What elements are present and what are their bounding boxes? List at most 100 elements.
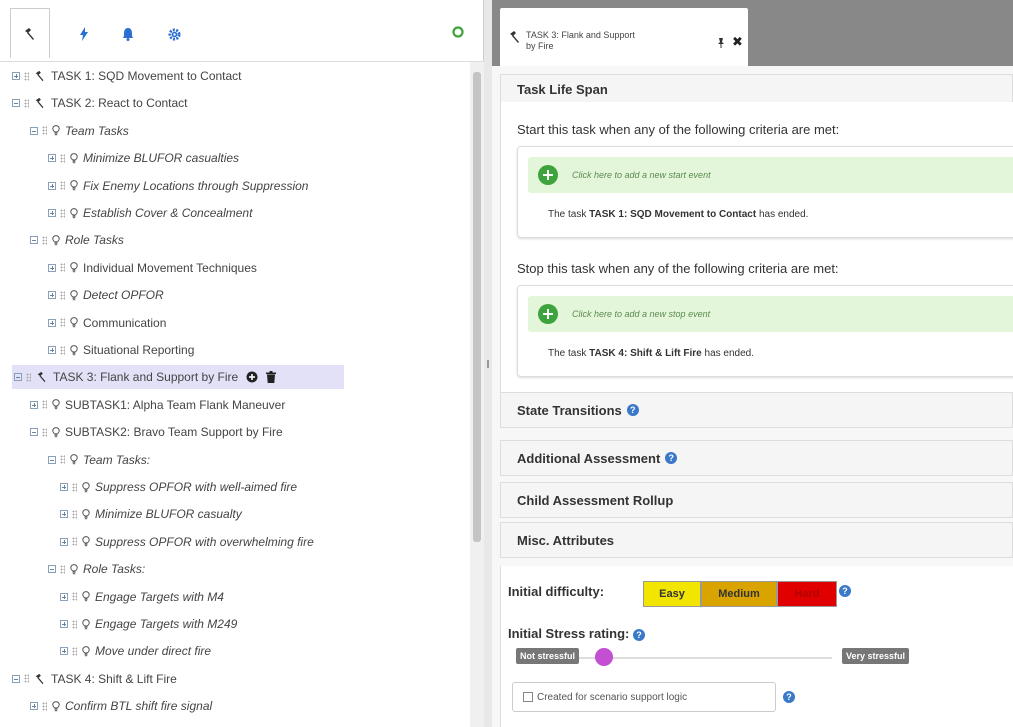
drag-handle[interactable] bbox=[24, 71, 29, 81]
tab-notifications[interactable] bbox=[108, 14, 148, 54]
drag-handle[interactable] bbox=[72, 619, 77, 629]
drag-handle[interactable] bbox=[72, 592, 77, 602]
tree-task-row[interactable]: TASK 4: Shift & Lift Fire bbox=[12, 667, 177, 691]
tree-concept-row[interactable]: Suppress OPFOR with overwhelming fire bbox=[60, 530, 314, 554]
drag-handle[interactable] bbox=[72, 509, 77, 519]
collapse-toggle[interactable] bbox=[30, 126, 38, 135]
close-tab-button[interactable]: ✖ bbox=[732, 34, 743, 50]
drag-handle[interactable] bbox=[60, 263, 65, 273]
drag-handle[interactable] bbox=[60, 181, 65, 191]
expand-toggle[interactable] bbox=[48, 318, 56, 327]
help-icon[interactable]: ? bbox=[665, 452, 678, 464]
collapse-toggle[interactable] bbox=[48, 565, 56, 574]
expand-toggle[interactable] bbox=[48, 291, 56, 300]
help-icon[interactable]: ? bbox=[839, 585, 851, 597]
drag-handle[interactable] bbox=[42, 701, 47, 711]
expand-toggle[interactable] bbox=[60, 510, 68, 519]
help-icon[interactable]: ? bbox=[626, 404, 639, 416]
help-icon[interactable]: ? bbox=[783, 691, 795, 703]
tab-tasks[interactable] bbox=[10, 8, 50, 58]
tab-task3[interactable]: TASK 3: Flank and Support by Fire ✖ bbox=[500, 8, 748, 66]
drag-handle[interactable] bbox=[42, 126, 47, 136]
drag-handle[interactable] bbox=[72, 537, 77, 547]
drag-handle[interactable] bbox=[42, 235, 47, 245]
expand-toggle[interactable] bbox=[48, 209, 56, 217]
expand-toggle[interactable] bbox=[30, 400, 38, 409]
support-logic-checkbox[interactable]: Created for scenario support logic bbox=[512, 682, 776, 712]
trash-icon[interactable] bbox=[266, 371, 277, 384]
tree-concept-row[interactable]: Suppress OPFOR with well-aimed fire bbox=[60, 475, 297, 499]
section-misc-attributes[interactable]: Misc. Attributes bbox=[500, 522, 1013, 558]
tree-concept-row[interactable]: Role Tasks: bbox=[48, 557, 145, 581]
tab-settings[interactable] bbox=[154, 14, 194, 54]
tree-concept-row[interactable]: Confirm BTL shift fire signal bbox=[30, 694, 212, 718]
refresh-button[interactable] bbox=[452, 26, 464, 41]
drag-handle[interactable] bbox=[60, 564, 65, 574]
drag-handle[interactable] bbox=[60, 318, 65, 328]
difficulty-easy-button[interactable]: Easy bbox=[643, 581, 701, 607]
section-child-assessment-rollup[interactable]: Child Assessment Rollup bbox=[500, 482, 1013, 518]
expand-toggle[interactable] bbox=[12, 72, 20, 80]
tree-scrollbar-thumb[interactable] bbox=[473, 72, 481, 542]
tree-concept-row[interactable]: Engage Targets with M4 bbox=[60, 585, 224, 609]
difficulty-hard-button[interactable]: Hard bbox=[777, 581, 837, 607]
drag-handle[interactable] bbox=[24, 98, 29, 108]
expand-toggle[interactable] bbox=[30, 702, 38, 711]
expand-toggle[interactable] bbox=[60, 620, 68, 628]
collapse-toggle[interactable] bbox=[48, 455, 56, 464]
tree-concept-row[interactable]: Situational Reporting bbox=[48, 338, 194, 362]
checkbox-box[interactable] bbox=[523, 692, 533, 702]
drag-handle[interactable] bbox=[42, 427, 47, 437]
expand-toggle[interactable] bbox=[48, 263, 56, 272]
stop-event-item[interactable]: The task TASK 4: Shift & Lift Fire has e… bbox=[548, 348, 754, 359]
tree-task-row[interactable]: TASK 3: Flank and Support by Fire bbox=[12, 365, 344, 390]
help-icon[interactable]: ? bbox=[633, 629, 645, 641]
add-start-event-button[interactable]: Click here to add a new start event bbox=[528, 157, 1013, 193]
start-event-item[interactable]: The task TASK 1: SQD Movement to Contact… bbox=[548, 209, 808, 220]
pin-icon[interactable] bbox=[716, 38, 726, 48]
add-stop-event-button[interactable]: Click here to add a new stop event bbox=[528, 296, 1013, 332]
tree-concept-row[interactable]: Team Tasks bbox=[30, 119, 129, 143]
drag-handle[interactable] bbox=[60, 455, 65, 465]
collapse-toggle[interactable] bbox=[14, 373, 22, 382]
tree-concept-row[interactable]: Move under direct fire bbox=[60, 639, 211, 663]
add-child-icon[interactable] bbox=[246, 371, 258, 383]
tree-concept-row[interactable]: Communication bbox=[48, 311, 166, 335]
tree-concept-row[interactable]: Establish Cover & Concealment bbox=[48, 201, 252, 225]
tree-task-row[interactable]: TASK 1: SQD Movement to Contact bbox=[12, 64, 242, 88]
tree-concept-row[interactable]: Engage Targets with M249 bbox=[60, 612, 237, 636]
expand-toggle[interactable] bbox=[60, 647, 68, 656]
tree-concept-row[interactable]: SUBTASK1: Alpha Team Flank Maneuver bbox=[30, 393, 285, 417]
section-task-life-span[interactable]: Task Life Span bbox=[500, 74, 1013, 104]
expand-toggle[interactable] bbox=[48, 181, 56, 190]
drag-handle[interactable] bbox=[60, 345, 65, 355]
tree-concept-row[interactable]: Fix Enemy Locations through Suppression bbox=[48, 174, 308, 198]
tree-concept-row[interactable]: Team Tasks: bbox=[48, 448, 150, 472]
drag-handle[interactable] bbox=[42, 400, 47, 410]
drag-handle[interactable] bbox=[72, 482, 77, 492]
collapse-toggle[interactable] bbox=[12, 674, 20, 683]
collapse-toggle[interactable] bbox=[30, 236, 38, 245]
section-additional-assessment[interactable]: Additional Assessment ? bbox=[500, 440, 1013, 476]
drag-handle[interactable] bbox=[24, 674, 29, 684]
collapse-toggle[interactable] bbox=[12, 99, 20, 108]
difficulty-medium-button[interactable]: Medium bbox=[701, 581, 777, 607]
drag-handle[interactable] bbox=[72, 646, 77, 656]
section-state-transitions[interactable]: State Transitions ? bbox=[500, 392, 1013, 428]
tree-task-row[interactable]: TASK 2: React to Contact bbox=[12, 91, 188, 115]
drag-handle[interactable] bbox=[60, 153, 65, 163]
tree-concept-row[interactable]: Role Tasks bbox=[30, 228, 124, 252]
tree-concept-row[interactable]: Minimize BLUFOR casualty bbox=[60, 502, 242, 526]
expand-toggle[interactable] bbox=[48, 154, 56, 163]
expand-toggle[interactable] bbox=[60, 592, 68, 601]
tree-concept-row[interactable]: SUBTASK2: Bravo Team Support by Fire bbox=[30, 420, 283, 444]
collapse-toggle[interactable] bbox=[30, 428, 38, 437]
drag-handle[interactable] bbox=[60, 290, 65, 300]
expand-toggle[interactable] bbox=[48, 346, 56, 354]
expand-toggle[interactable] bbox=[60, 537, 68, 546]
tree-concept-row[interactable]: Individual Movement Techniques bbox=[48, 256, 257, 280]
tree-concept-row[interactable]: Detect OPFOR bbox=[48, 283, 164, 307]
drag-handle[interactable] bbox=[26, 372, 31, 382]
drag-handle[interactable] bbox=[60, 208, 65, 218]
expand-toggle[interactable] bbox=[60, 483, 68, 491]
